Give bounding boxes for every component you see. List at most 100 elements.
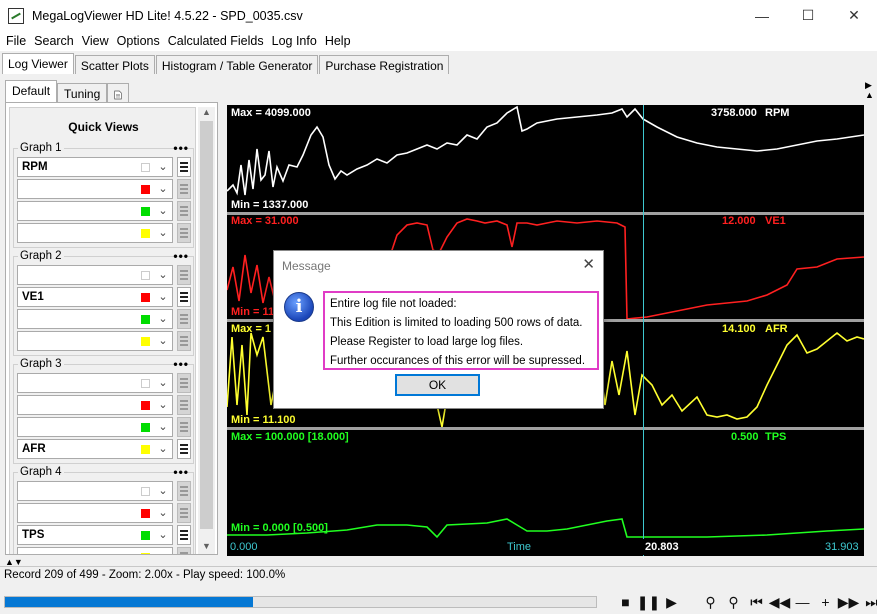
menu-calculated-fields[interactable]: Calculated Fields <box>164 34 268 48</box>
color-swatch[interactable] <box>141 487 150 496</box>
group-options-icon[interactable]: ••• <box>173 141 189 155</box>
color-swatch[interactable] <box>141 337 150 346</box>
field-menu-icon[interactable] <box>177 503 191 523</box>
menu-search[interactable]: Search <box>30 34 78 48</box>
chevron-down-icon[interactable]: ⌄ <box>155 159 171 175</box>
new-tab-icon[interactable] <box>107 83 130 102</box>
tab-tuning[interactable]: Tuning <box>57 83 108 102</box>
pause-icon[interactable]: ❚❚ <box>637 593 660 611</box>
color-swatch[interactable] <box>141 553 150 554</box>
chevron-down-icon[interactable]: ⌄ <box>155 419 171 435</box>
color-swatch[interactable] <box>141 185 150 194</box>
field-menu-icon[interactable] <box>177 395 191 415</box>
close-window-button[interactable]: ✕ <box>831 0 877 31</box>
speed-up-icon[interactable]: + <box>815 593 836 611</box>
maximize-button[interactable]: ☐ <box>785 0 831 31</box>
color-swatch[interactable] <box>141 163 150 172</box>
tab-purchase-registration[interactable]: Purchase Registration <box>319 55 450 74</box>
field-select[interactable]: RPM ⌄ <box>17 157 173 177</box>
time-axis[interactable]: 0.000 Time 20.803 31.903 <box>227 539 864 555</box>
chevron-down-icon[interactable]: ⌄ <box>155 203 171 219</box>
tab-scatter-plots[interactable]: Scatter Plots <box>74 55 155 74</box>
field-select[interactable]: ⌄ <box>17 223 173 243</box>
go-to-start-icon[interactable]: ⏮ <box>746 593 767 611</box>
color-swatch[interactable] <box>141 379 150 388</box>
tab-histogram[interactable]: Histogram / Table Generator <box>155 55 319 74</box>
time-cursor[interactable] <box>643 105 644 556</box>
field-menu-icon[interactable] <box>177 547 191 554</box>
field-select[interactable]: ⌄ <box>17 417 173 437</box>
chevron-down-icon[interactable]: ⌄ <box>155 527 171 543</box>
field-menu-icon[interactable] <box>177 417 191 437</box>
field-menu-icon[interactable] <box>177 439 191 459</box>
stop-icon[interactable]: ■ <box>615 593 636 611</box>
field-select[interactable]: ⌄ <box>17 265 173 285</box>
chevron-down-icon[interactable]: ⌄ <box>155 483 171 499</box>
color-swatch[interactable] <box>141 207 150 216</box>
color-swatch[interactable] <box>141 229 150 238</box>
chevron-down-icon[interactable]: ⌄ <box>155 549 171 554</box>
tab-log-viewer[interactable]: Log Viewer <box>2 53 74 74</box>
field-select[interactable]: ⌄ <box>17 481 173 501</box>
arrow-up-icon[interactable]: ▲ <box>865 90 877 100</box>
field-select[interactable]: ⌄ <box>17 547 173 554</box>
zoom-in-icon[interactable]: ⚲ <box>723 593 744 611</box>
scroll-thumb[interactable] <box>200 121 213 529</box>
group-options-icon[interactable]: ••• <box>173 357 189 371</box>
chevron-down-icon[interactable]: ⌄ <box>155 289 171 305</box>
tab-default[interactable]: Default <box>5 80 58 102</box>
graph-scroll-arrows[interactable]: ▶ ▲ <box>865 80 877 100</box>
field-select[interactable]: ⌄ <box>17 503 173 523</box>
chevron-down-icon[interactable]: ⌄ <box>155 397 171 413</box>
play-icon[interactable]: ▶ <box>661 593 682 611</box>
field-menu-icon[interactable] <box>177 525 191 545</box>
scroll-up-icon[interactable]: ▲ <box>198 107 215 121</box>
group-options-icon[interactable]: ••• <box>173 465 189 479</box>
field-menu-icon[interactable] <box>177 157 191 177</box>
fast-forward-icon[interactable]: ▶▶ <box>838 593 860 611</box>
field-select[interactable]: TPS ⌄ <box>17 525 173 545</box>
panel-collapse-icon[interactable]: ▲▼ <box>5 557 29 567</box>
field-menu-icon[interactable] <box>177 373 191 393</box>
field-menu-icon[interactable] <box>177 331 191 351</box>
field-select[interactable]: ⌄ <box>17 373 173 393</box>
color-swatch[interactable] <box>141 315 150 324</box>
color-swatch[interactable] <box>141 531 150 540</box>
field-select[interactable]: VE1 ⌄ <box>17 287 173 307</box>
field-menu-icon[interactable] <box>177 201 191 221</box>
field-menu-icon[interactable] <box>177 309 191 329</box>
menu-help[interactable]: Help <box>321 34 355 48</box>
field-menu-icon[interactable] <box>177 287 191 307</box>
color-swatch[interactable] <box>141 293 150 302</box>
chevron-down-icon[interactable]: ⌄ <box>155 225 171 241</box>
field-select[interactable]: ⌄ <box>17 309 173 329</box>
field-select[interactable]: ⌄ <box>17 201 173 221</box>
group-options-icon[interactable]: ••• <box>173 249 189 263</box>
chevron-down-icon[interactable]: ⌄ <box>155 181 171 197</box>
zoom-out-icon[interactable]: ⚲ <box>700 593 721 611</box>
color-swatch[interactable] <box>141 271 150 280</box>
dialog-close-icon[interactable]: ✕ <box>582 255 595 273</box>
menu-options[interactable]: Options <box>113 34 164 48</box>
chevron-down-icon[interactable]: ⌄ <box>155 441 171 457</box>
color-swatch[interactable] <box>141 509 150 518</box>
minimize-button[interactable]: — <box>739 0 785 31</box>
playback-progress[interactable] <box>4 596 597 608</box>
color-swatch[interactable] <box>141 401 150 410</box>
graph-divider[interactable] <box>227 427 864 430</box>
field-menu-icon[interactable] <box>177 481 191 501</box>
chevron-down-icon[interactable]: ⌄ <box>155 505 171 521</box>
go-to-end-icon[interactable]: ⏭ <box>861 593 877 611</box>
chevron-down-icon[interactable]: ⌄ <box>155 333 171 349</box>
speed-down-icon[interactable]: — <box>792 593 813 611</box>
chevron-down-icon[interactable]: ⌄ <box>155 267 171 283</box>
rewind-icon[interactable]: ◀◀ <box>769 593 791 611</box>
field-menu-icon[interactable] <box>177 223 191 243</box>
scroll-down-icon[interactable]: ▼ <box>198 541 215 554</box>
field-menu-icon[interactable] <box>177 265 191 285</box>
chevron-down-icon[interactable]: ⌄ <box>155 311 171 327</box>
field-select[interactable]: ⌄ <box>17 331 173 351</box>
field-select[interactable]: ⌄ <box>17 395 173 415</box>
menu-file[interactable]: File <box>2 34 30 48</box>
ok-button[interactable]: OK <box>395 374 480 396</box>
